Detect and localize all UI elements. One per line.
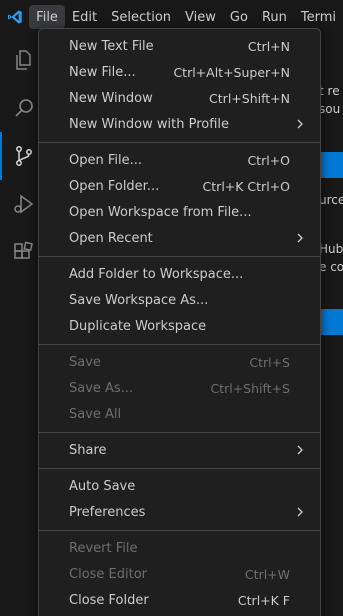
menu-item-shortcut: Ctrl+O (247, 152, 290, 168)
chevron-right-icon (297, 507, 303, 517)
chevron-right-icon (297, 119, 303, 129)
chevron-right-icon (297, 445, 303, 455)
vscode-window: File Edit Selection View Go Run Termi t … (0, 0, 343, 616)
menu-item-label: Share (69, 442, 107, 458)
menu-item-preferences[interactable]: Preferences (39, 499, 320, 525)
menu-separator (39, 468, 320, 469)
menu-item-shortcut: Ctrl+Alt+Super+N (173, 64, 290, 80)
menu-item-new-window-with-profile[interactable]: New Window with Profile (39, 111, 320, 137)
menu-item-label: New File... (69, 64, 136, 80)
menu-item-label: Auto Save (69, 478, 136, 494)
primary-button[interactable] (319, 309, 343, 335)
menu-item-label: Save (69, 354, 101, 370)
menu-item-label: Open Workspace from File... (69, 204, 252, 220)
vscode-logo-icon (0, 0, 29, 34)
menu-separator (39, 344, 320, 345)
menu-item-label: Revert File (69, 540, 138, 556)
primary-button[interactable] (319, 152, 343, 178)
menu-item-label: Open Folder... (69, 178, 160, 194)
menu-item-label: Open File... (69, 152, 143, 168)
menu-separator (39, 530, 320, 531)
sidebar-text: urce (319, 193, 343, 207)
menu-item-close-editor[interactable]: Close Editor Ctrl+W (39, 561, 320, 587)
menu-item-save-all[interactable]: Save All (39, 401, 320, 427)
sidebar-text: t re (319, 84, 340, 98)
menu-item-label: New Text File (69, 38, 154, 54)
menu-view[interactable]: View (178, 5, 223, 29)
menu-item-revert-file[interactable]: Revert File (39, 535, 320, 561)
menu-item-new-text-file[interactable]: New Text File Ctrl+N (39, 33, 320, 59)
chevron-right-icon (297, 233, 303, 243)
menu-terminal[interactable]: Termi (294, 5, 343, 29)
menu-run[interactable]: Run (255, 5, 294, 29)
menu-item-shortcut: Ctrl+Shift+S (210, 380, 290, 396)
menu-item-share[interactable]: Share (39, 437, 320, 463)
menu-item-shortcut: Ctrl+N (247, 38, 290, 54)
file-menu-dropdown: New Text File Ctrl+N New File... Ctrl+Al… (38, 28, 321, 616)
menu-item-label: Save Workspace As... (69, 292, 209, 308)
sidebar-text: Hub (319, 242, 343, 256)
menu-item-add-folder-to-workspace[interactable]: Add Folder to Workspace... (39, 261, 320, 287)
menu-item-label: Save As... (69, 380, 134, 396)
menu-item-duplicate-workspace[interactable]: Duplicate Workspace (39, 313, 320, 339)
menu-separator (39, 256, 320, 257)
menu-go[interactable]: Go (223, 5, 255, 29)
menu-item-label: Open Recent (69, 230, 153, 246)
menu-item-new-window[interactable]: New Window Ctrl+Shift+N (39, 85, 320, 111)
menu-item-shortcut: Ctrl+S (249, 354, 290, 370)
menu-item-open-workspace-from-file[interactable]: Open Workspace from File... (39, 199, 320, 225)
menu-item-open-recent[interactable]: Open Recent (39, 225, 320, 251)
menu-item-save-workspace-as[interactable]: Save Workspace As... (39, 287, 320, 313)
menu-file[interactable]: File (29, 5, 65, 29)
menu-item-auto-save[interactable]: Auto Save (39, 473, 320, 499)
menu-item-label: New Window with Profile (69, 116, 230, 132)
menu-item-shortcut: Ctrl+K F (237, 592, 290, 608)
menu-item-label: Close Folder (69, 592, 149, 608)
menu-item-new-file[interactable]: New File... Ctrl+Alt+Super+N (39, 59, 320, 85)
menu-separator (39, 432, 320, 433)
menu-item-shortcut: Ctrl+W (244, 566, 290, 582)
menu-edit[interactable]: Edit (65, 5, 104, 29)
menu-item-shortcut: Ctrl+K Ctrl+O (202, 178, 290, 194)
menu-item-shortcut: Ctrl+Shift+N (209, 90, 290, 106)
sidebar-text: sou (319, 102, 341, 116)
menu-item-label: Add Folder to Workspace... (69, 266, 244, 282)
menu-item-label: Preferences (69, 504, 146, 520)
menu-item-save[interactable]: Save Ctrl+S (39, 349, 320, 375)
menu-item-close-folder[interactable]: Close Folder Ctrl+K F (39, 587, 320, 613)
menu-item-save-as[interactable]: Save As... Ctrl+Shift+S (39, 375, 320, 401)
menu-selection[interactable]: Selection (104, 5, 178, 29)
sidebar-text: e co (319, 260, 343, 274)
menu-separator (39, 142, 320, 143)
menu-item-label: New Window (69, 90, 153, 106)
menu-item-label: Save All (69, 406, 122, 422)
menu-item-label: Duplicate Workspace (69, 318, 207, 334)
menu-item-open-file[interactable]: Open File... Ctrl+O (39, 147, 320, 173)
menu-item-label: Close Editor (69, 566, 148, 582)
menu-item-open-folder[interactable]: Open Folder... Ctrl+K Ctrl+O (39, 173, 320, 199)
